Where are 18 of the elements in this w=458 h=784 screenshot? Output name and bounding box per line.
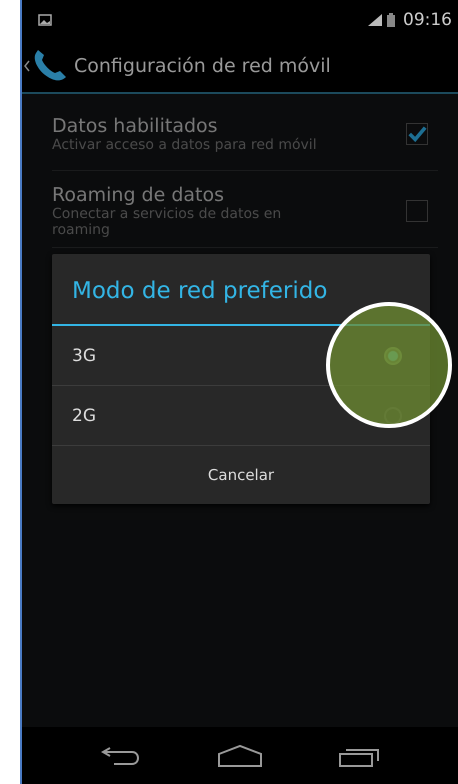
setting-title: Datos habilitados (52, 115, 219, 137)
checkbox[interactable] (406, 200, 428, 222)
status-time: 09:16 (403, 10, 452, 30)
option-label: 3G (72, 346, 96, 366)
setting-summary: Conectar a servicios de datos en roaming (52, 206, 282, 238)
checkbox[interactable] (406, 123, 428, 145)
back-caret-icon (24, 60, 30, 72)
setting-summary: Activar acceso a datos para red móvil (52, 137, 318, 153)
screen-title: Configuración de red móvil (74, 55, 331, 77)
setting-row[interactable]: Datos habilitados Activar acceso a datos para red móvil (52, 94, 438, 171)
setting-title: Roaming de datos (52, 184, 226, 206)
signal-icon (367, 13, 383, 27)
home-icon[interactable] (216, 744, 263, 768)
setting-row[interactable]: Roaming de datos Conectar a servicios de datos en roaming (52, 171, 438, 248)
battery-icon (386, 12, 396, 28)
cancel-button[interactable]: Cancelar (52, 446, 430, 504)
image-icon (38, 14, 52, 26)
option-label: 2G (72, 406, 96, 426)
